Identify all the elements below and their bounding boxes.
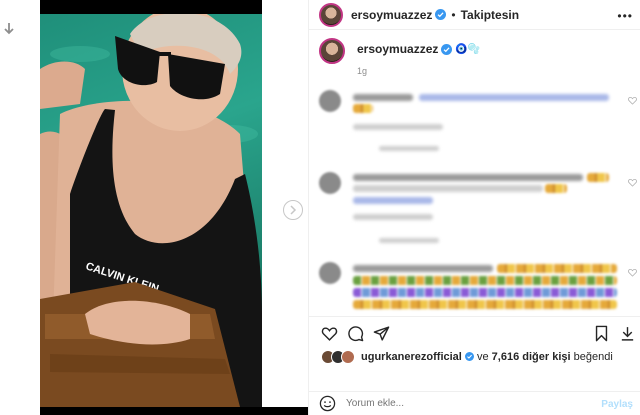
caption-avatar[interactable] [319,38,345,64]
arrow-down-icon[interactable] [3,22,15,36]
download-icon[interactable] [619,325,636,342]
bookmark-icon[interactable] [593,325,610,342]
following-button[interactable]: Takiptesin [461,8,519,22]
verified-badge-icon [435,9,447,20]
comment-like-icon[interactable] [628,178,637,187]
blurred-mention [353,197,433,204]
blurred-emoji [587,173,609,182]
verified-badge-icon [441,43,453,55]
post-caption: ersoymuazzez 🧿🫧 1g [309,38,640,76]
separator-dot: • [451,7,456,22]
blurred-text [353,185,543,192]
more-options-icon[interactable]: ••• [617,9,633,23]
post-comment-button[interactable]: Paylaş [601,399,633,410]
comment-like-icon[interactable] [628,96,637,105]
post-header: ersoymuazzez • Takiptesin ••• [309,0,640,30]
blurred-text [353,174,583,181]
next-slide-button[interactable] [283,200,303,220]
blurred-emoji [353,288,617,297]
blurred-emoji [497,264,617,273]
verified-badge-icon [464,352,474,361]
blurred-emoji [353,300,617,309]
liker-avatar [341,350,355,364]
avatar[interactable] [319,2,343,27]
chevron-right-icon [290,205,297,215]
blurred-text [419,94,609,101]
likes-count[interactable]: 7,616 diğer kişi [492,351,571,363]
photo-illustration: CALVIN KLEIN [40,14,262,407]
media-bottom-bar [40,407,308,415]
comment-avatar [319,262,341,284]
caption-username[interactable]: ersoymuazzez [357,42,438,56]
comment-icon[interactable] [347,325,364,342]
comment-like-icon[interactable] [628,268,637,277]
blurred-text [353,94,413,101]
emoji-picker-icon[interactable] [319,395,336,412]
paper-plane-icon[interactable] [373,325,390,342]
post-image[interactable]: CALVIN KLEIN [40,14,262,407]
liker-username[interactable]: ugurkanerezofficial [361,351,462,363]
blurred-replies [379,238,439,243]
comment-avatar [319,172,341,194]
blurred-text [353,265,493,272]
post-viewer: CALVIN KLEIN ersoymuazzez • Takiptesin •… [0,0,640,415]
comment-composer: Paylaş [309,391,640,415]
blurred-emoji [545,184,567,193]
post-sidebar: ersoymuazzez • Takiptesin ••• ersoymuazz… [308,0,640,415]
blurred-emoji [353,104,373,113]
blurred-emoji [353,276,617,285]
heart-icon[interactable] [321,325,338,342]
blurred-meta [353,214,433,220]
left-gutter [0,0,40,415]
action-bar [309,316,640,346]
blurred-meta [353,124,443,130]
likes-conjunction: ve [476,351,489,363]
likes-suffix: beğendi [573,351,613,363]
caption-emoji: 🧿🫧 [455,43,481,55]
comment-avatar [319,90,341,112]
header-username[interactable]: ersoymuazzez [351,8,432,22]
comment-input[interactable] [346,398,576,409]
likes-summary: ugurkanerezofficial ve 7,616 diğer kişi … [321,350,613,364]
blurred-replies [379,146,439,151]
post-time[interactable]: 1g [357,66,480,76]
